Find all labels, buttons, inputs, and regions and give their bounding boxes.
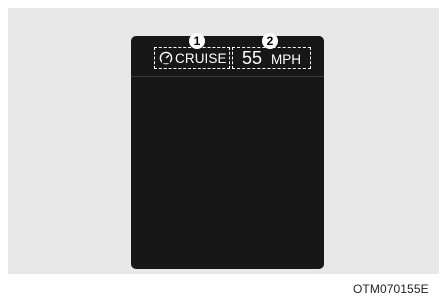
set-speed-unit: MPH <box>271 52 301 67</box>
set-speed-value: 55 <box>242 48 263 68</box>
figure-code: OTM070155E <box>353 282 429 296</box>
set-speed-indicator: 55 MPH <box>232 47 311 69</box>
callout-2: 2 <box>262 33 278 49</box>
speedometer-icon <box>159 51 173 65</box>
cruise-indicator: CRUISE <box>154 47 230 69</box>
display-status-bar: CRUISE 55 MPH 1 2 <box>131 33 324 77</box>
cluster-display: CRUISE 55 MPH 1 2 <box>131 33 324 269</box>
callout-1: 1 <box>189 33 205 49</box>
cruise-label: CRUISE <box>175 51 227 66</box>
